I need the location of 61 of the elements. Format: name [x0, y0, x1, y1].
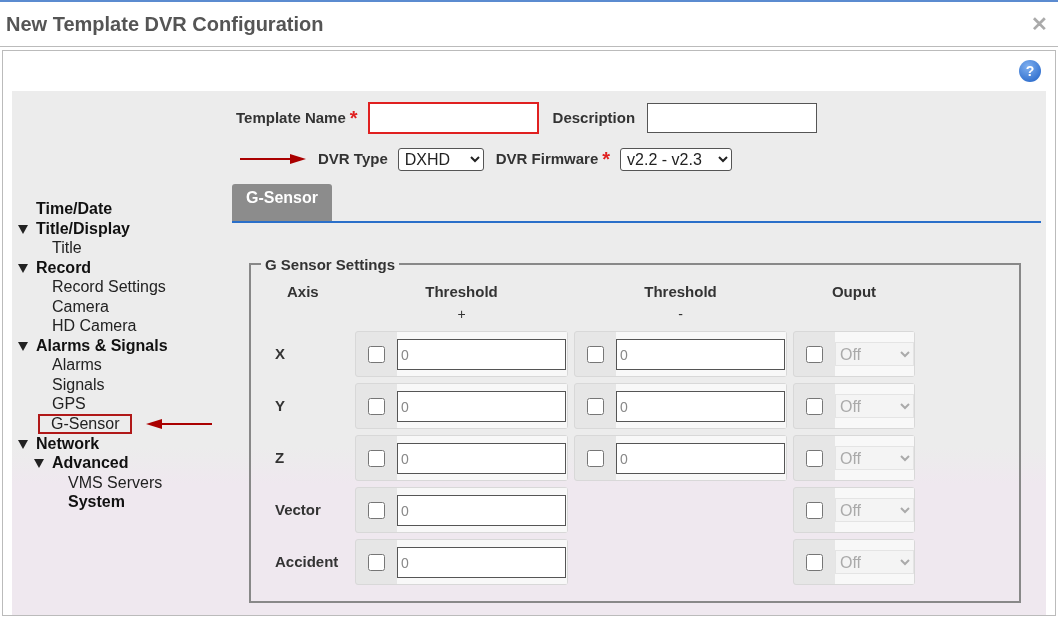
- axis-label: Vector: [275, 499, 321, 520]
- column-header: Axis: [287, 282, 319, 302]
- sidebar-item[interactable]: Advanced: [52, 453, 129, 473]
- checkbox[interactable]: [368, 553, 385, 571]
- axis-label: Y: [275, 395, 285, 416]
- sidebar-item[interactable]: Title/Display: [36, 218, 130, 238]
- threshold-field[interactable]: 0: [616, 391, 785, 422]
- threshold-field[interactable]: 0: [616, 339, 785, 370]
- sidebar-item[interactable]: Time/Date: [36, 199, 113, 219]
- sidebar-item[interactable]: GPS: [52, 394, 86, 414]
- sidebar-item[interactable]: Record: [36, 257, 92, 277]
- checkbox[interactable]: [368, 449, 385, 467]
- axis-label: Z: [275, 447, 285, 468]
- template-name-field[interactable]: [367, 102, 539, 134]
- threshold-field[interactable]: 0: [397, 391, 566, 422]
- expand-triangle-icon[interactable]: [34, 459, 44, 468]
- checkbox[interactable]: [368, 501, 385, 519]
- dvr-firmware-select[interactable]: v2.2 - v2.3: [620, 147, 733, 171]
- column-header: Threshold: [425, 282, 498, 302]
- checkbox[interactable]: [587, 345, 604, 363]
- arrow-icon: [240, 153, 306, 165]
- expand-triangle-icon[interactable]: [18, 224, 28, 234]
- sidebar-item[interactable]: Title: [52, 238, 82, 258]
- checkbox[interactable]: [587, 449, 604, 467]
- threshold-field[interactable]: 0: [397, 547, 566, 578]
- required-mark: *: [602, 149, 611, 169]
- expand-triangle-icon[interactable]: [18, 439, 28, 449]
- column-subheader: +: [457, 304, 466, 324]
- field-label: DVR Type: [318, 148, 388, 169]
- field-label: DVR Firmware: [495, 148, 599, 169]
- axis-label: Accident: [275, 551, 339, 572]
- column-header: Threshold: [644, 282, 717, 302]
- sidebar-item[interactable]: Record Settings: [52, 277, 166, 297]
- checkbox[interactable]: [368, 345, 385, 363]
- sidebar-item[interactable]: System: [68, 492, 125, 512]
- column-header: Ouput: [831, 282, 877, 302]
- checkbox[interactable]: [368, 397, 385, 415]
- dvr-type-select[interactable]: DXHD: [397, 147, 484, 171]
- threshold-field[interactable]: 0: [397, 495, 566, 526]
- window-title: New Template DVR Configuration: [6, 12, 324, 37]
- expand-triangle-icon[interactable]: [18, 341, 28, 351]
- sidebar-item[interactable]: Signals: [52, 374, 105, 394]
- description-field[interactable]: [647, 103, 818, 133]
- sidebar-item[interactable]: Alarms & Signals: [36, 335, 168, 355]
- expand-triangle-icon[interactable]: [18, 263, 28, 273]
- column-subheader: -: [678, 304, 683, 324]
- sidebar-item[interactable]: G-Sensor: [38, 413, 133, 434]
- field-label: Description: [552, 107, 636, 128]
- threshold-field[interactable]: 0: [397, 443, 566, 474]
- sidebar-item[interactable]: VMS Servers: [68, 472, 163, 492]
- sidebar-item[interactable]: Network: [36, 433, 100, 453]
- threshold-field[interactable]: 0: [397, 339, 566, 370]
- sidebar-item[interactable]: Camera: [52, 296, 109, 316]
- sidebar-item[interactable]: HD Camera: [52, 316, 137, 336]
- arrow-icon: [146, 417, 213, 430]
- threshold-field[interactable]: 0: [616, 443, 785, 474]
- required-mark: *: [349, 108, 358, 128]
- axis-label: X: [275, 343, 285, 364]
- checkbox[interactable]: [587, 397, 604, 415]
- sidebar-item[interactable]: Alarms: [52, 355, 102, 375]
- field-label: Template Name: [236, 107, 346, 128]
